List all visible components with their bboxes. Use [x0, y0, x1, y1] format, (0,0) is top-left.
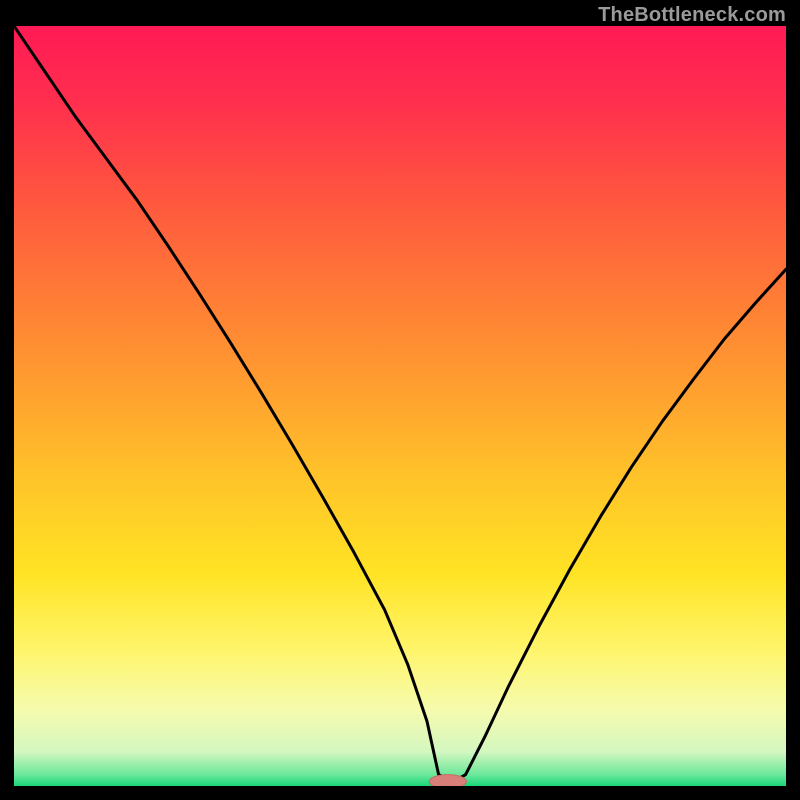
gradient-background [14, 26, 786, 786]
watermark-text: TheBottleneck.com [598, 4, 786, 27]
chart-frame [14, 26, 786, 786]
minimum-marker [429, 775, 466, 786]
bottleneck-chart [14, 26, 786, 786]
